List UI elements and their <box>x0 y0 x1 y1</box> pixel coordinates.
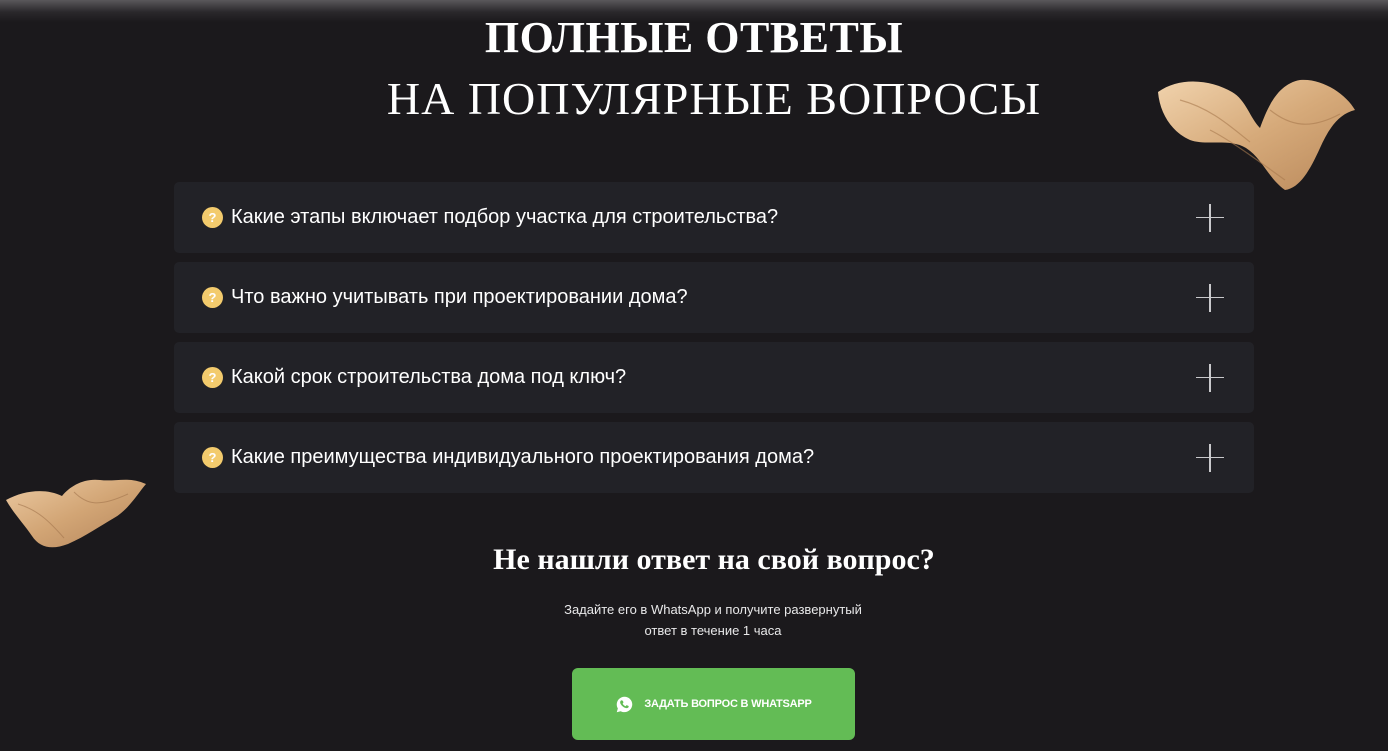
question-mark-icon: ? <box>202 367 223 388</box>
cta-heading: Не нашли ответ на свой вопрос? <box>493 543 935 576</box>
faq-question: Какой срок строительства дома под ключ? <box>231 366 627 388</box>
faq-list: ? Какие этапы включает подбор участка дл… <box>174 182 1254 502</box>
cta-description-line1: Задайте его в WhatsApp и получите развер… <box>564 602 862 617</box>
section-title-bold: ПОЛНЫЕ ОТВЕТЫ <box>484 13 904 62</box>
question-mark-icon: ? <box>202 287 223 308</box>
plus-icon[interactable] <box>1196 443 1224 472</box>
faq-item[interactable]: ? Что важно учитывать при проектировании… <box>174 262 1254 333</box>
whatsapp-icon <box>617 696 633 712</box>
question-mark-icon: ? <box>202 447 223 468</box>
faq-question: Какие этапы включает подбор участка для … <box>231 206 779 228</box>
ask-whatsapp-button[interactable]: ЗАДАТЬ ВОПРОС В WHATSAPP <box>572 668 855 740</box>
plus-icon[interactable] <box>1196 363 1224 392</box>
cta-description-line2: ответ в течение 1 часа <box>644 623 782 638</box>
question-mark-icon: ? <box>202 207 223 228</box>
faq-item[interactable]: ? Какие преимущества индивидуального про… <box>174 422 1254 493</box>
faq-item[interactable]: ? Какой срок строительства дома под ключ… <box>174 342 1254 413</box>
plus-icon[interactable] <box>1196 203 1224 232</box>
cta-description: Задайте его в WhatsApp и получите развер… <box>513 599 913 641</box>
ask-whatsapp-button-label: ЗАДАТЬ ВОПРОС В WHATSAPP <box>644 698 812 710</box>
faq-question: Какие преимущества индивидуального проек… <box>231 446 815 468</box>
faq-item[interactable]: ? Какие этапы включает подбор участка дл… <box>174 182 1254 253</box>
plus-icon[interactable] <box>1196 283 1224 312</box>
wood-shaving-decor-top-right <box>1158 79 1355 190</box>
faq-question: Что важно учитывать при проектировании д… <box>231 286 688 308</box>
